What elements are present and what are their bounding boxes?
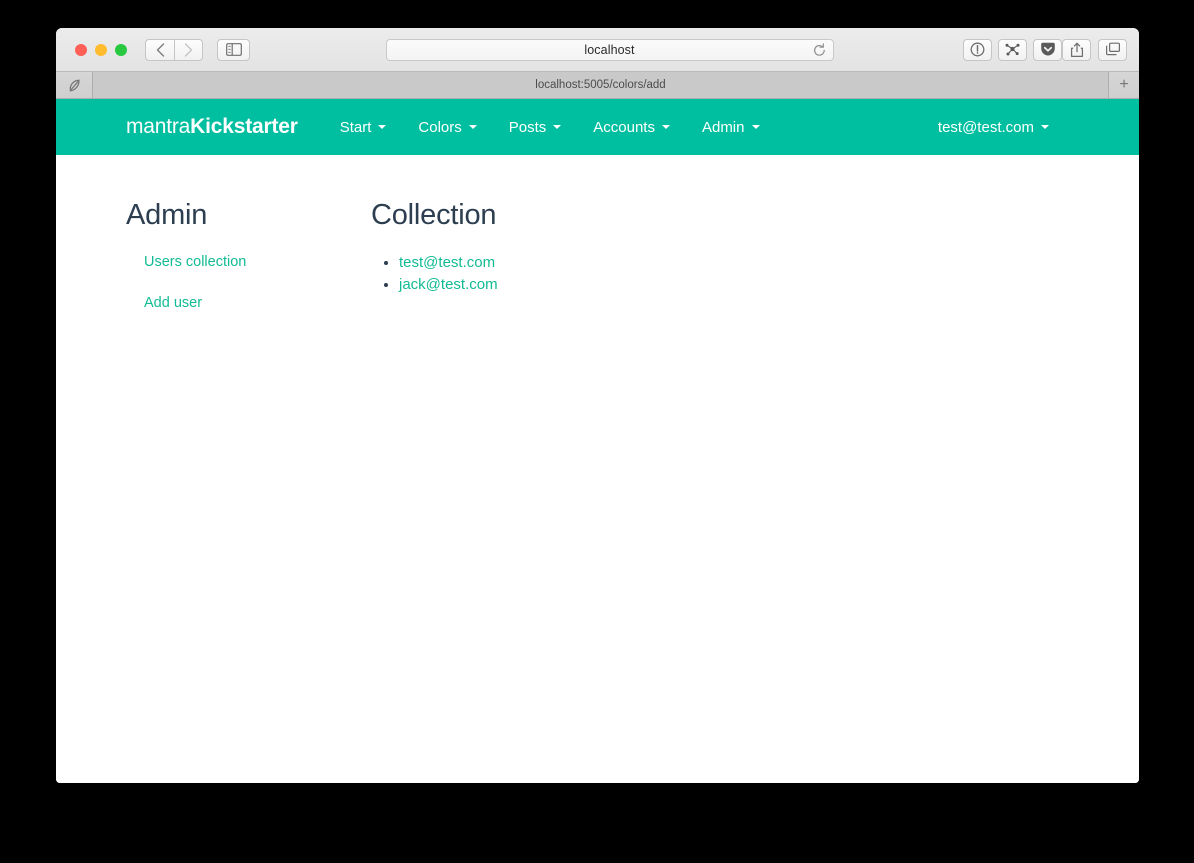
share-button[interactable] <box>1062 38 1091 61</box>
reload-button[interactable] <box>812 42 827 58</box>
show-all-tabs-button[interactable] <box>1098 38 1127 61</box>
browser-toolbar: localhost <box>56 28 1139 72</box>
account-menu[interactable]: test@test.com <box>922 113 1065 142</box>
nav-item-label: Accounts <box>593 118 655 136</box>
browser-window: localhost localhost:5005/colors/add + ma… <box>56 28 1139 783</box>
collection-title: Collection <box>371 199 497 231</box>
list-item: test@test.com <box>399 254 1139 272</box>
app-navbar: mantraKickstarter Start Colors Posts Acc… <box>56 99 1139 155</box>
collection-panel: Collection test@test.com jack@test.com <box>371 199 1139 336</box>
chevron-down-icon <box>553 125 562 129</box>
collection-list: test@test.com jack@test.com <box>371 254 1139 294</box>
maximize-window-button[interactable] <box>115 43 127 56</box>
chevron-down-icon <box>751 125 760 129</box>
chevron-right-icon <box>184 42 193 57</box>
tabs-icon <box>1105 42 1120 56</box>
nav-item-start[interactable]: Start <box>324 113 403 142</box>
brand-thin: mantra <box>126 115 191 138</box>
meteor-leaf-icon <box>68 79 80 92</box>
add-user-link[interactable]: Add user <box>144 295 371 311</box>
url-text: localhost <box>584 42 635 57</box>
back-button[interactable] <box>145 38 174 61</box>
nav-item-label: Posts <box>508 118 547 136</box>
forward-button[interactable] <box>174 38 203 61</box>
collection-user-link[interactable]: jack@test.com <box>399 276 498 293</box>
users-collection-link[interactable]: Users collection <box>144 254 371 270</box>
meteor-devtools-icon <box>1005 43 1020 56</box>
minimize-window-button[interactable] <box>95 43 107 56</box>
extension-buttons <box>963 38 1062 61</box>
nav-item-label: Start <box>339 118 372 136</box>
brand-logo[interactable]: mantraKickstarter <box>126 115 298 139</box>
window-actions <box>1062 38 1127 61</box>
account-label: test@test.com <box>937 118 1034 136</box>
page-content: Admin Users collection Add user Collecti… <box>56 155 1139 336</box>
pocket-icon <box>1040 42 1055 56</box>
share-icon <box>1070 42 1083 57</box>
info-icon <box>970 42 985 57</box>
sidebar-icon <box>225 43 242 56</box>
nav-item-posts[interactable]: Posts <box>493 113 578 142</box>
address-bar[interactable]: localhost <box>385 38 834 61</box>
chevron-down-icon <box>1041 125 1049 129</box>
collection-user-link[interactable]: test@test.com <box>399 254 495 271</box>
reload-icon <box>813 42 825 56</box>
chevron-down-icon <box>378 125 387 129</box>
nav-item-admin[interactable]: Admin <box>686 113 776 142</box>
browser-tab-active[interactable]: localhost:5005/colors/add <box>93 72 1109 98</box>
nav-item-label: Colors <box>418 118 462 136</box>
chevron-down-icon <box>661 125 670 129</box>
tab-title: localhost:5005/colors/add <box>535 79 666 91</box>
navbar-menu: Start Colors Posts Accounts Admin <box>324 113 776 142</box>
list-item: jack@test.com <box>399 276 1139 294</box>
url-bar-container: localhost <box>268 38 951 61</box>
favicon-tab[interactable] <box>56 72 93 98</box>
pocket-button[interactable] <box>1033 38 1062 61</box>
admin-title: Admin <box>126 199 208 231</box>
close-window-button[interactable] <box>75 43 87 56</box>
nav-item-colors[interactable]: Colors <box>402 113 492 142</box>
plus-icon: + <box>1119 76 1129 93</box>
new-tab-button[interactable]: + <box>1109 72 1139 98</box>
navigation-buttons <box>145 38 203 61</box>
admin-panel: Admin Users collection Add user <box>126 199 371 336</box>
tab-strip: localhost:5005/colors/add + <box>56 72 1139 99</box>
chevron-left-icon <box>156 42 164 57</box>
page-viewport: mantraKickstarter Start Colors Posts Acc… <box>56 99 1139 783</box>
nav-item-accounts[interactable]: Accounts <box>577 113 686 142</box>
brand-bold: Kickstarter <box>190 115 298 138</box>
meteor-devtools-button[interactable] <box>998 38 1027 61</box>
chevron-down-icon <box>468 125 477 129</box>
window-controls <box>75 43 127 56</box>
screen: localhost localhost:5005/colors/add + ma… <box>0 0 1194 863</box>
nav-item-label: Admin <box>701 118 745 136</box>
site-info-button[interactable] <box>963 38 992 61</box>
sidebar-toggle-button[interactable] <box>217 38 250 61</box>
